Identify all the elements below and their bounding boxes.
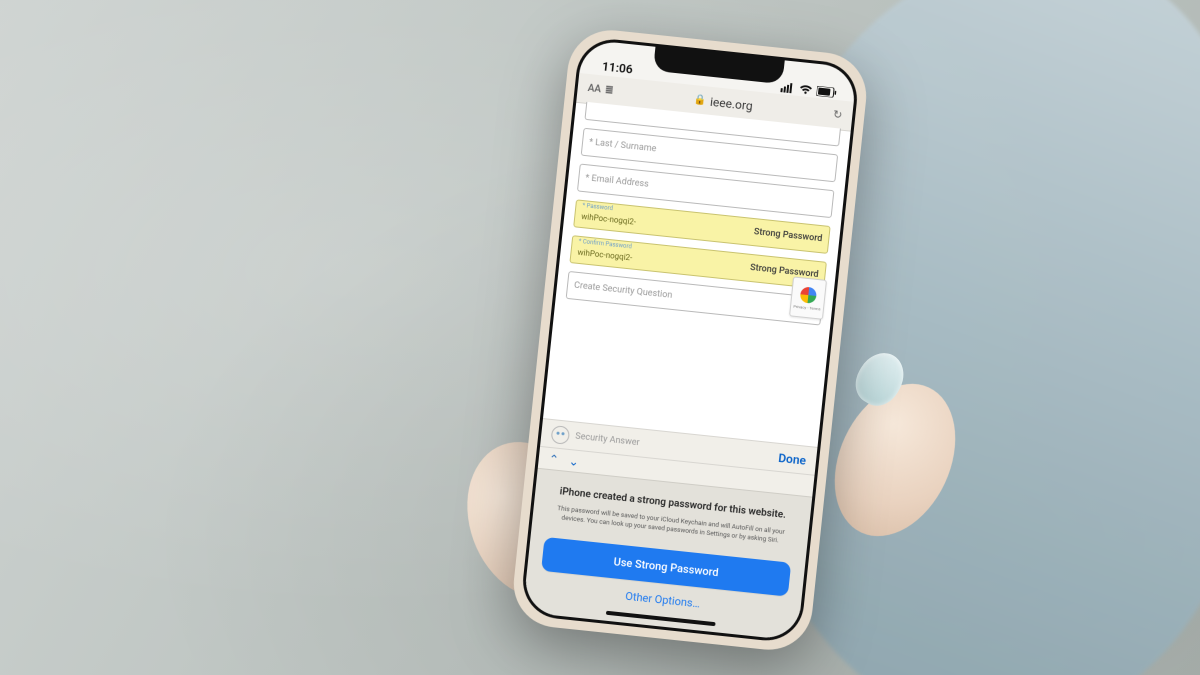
next-field-button[interactable]: ⌄ <box>568 454 579 469</box>
prev-field-button[interactable]: ⌃ <box>548 452 559 467</box>
strong-password-sheet: iPhone created a strong password for thi… <box>523 468 813 641</box>
url-domain: ieee.org <box>709 94 753 112</box>
phone-screen: 11:06 AA ≣ 🔒 <box>523 39 858 641</box>
reader-icon[interactable]: ≣ <box>604 85 613 97</box>
passwords-icon[interactable] <box>550 425 570 445</box>
refresh-icon[interactable]: ↻ <box>832 108 843 122</box>
security-answer-placeholder: Security Answer <box>575 432 640 449</box>
recaptcha-text: Privacy - Terms <box>793 303 821 311</box>
keyboard-done-button[interactable]: Done <box>778 451 807 468</box>
phone: 11:06 AA ≣ 🔒 <box>509 26 870 654</box>
strong-password-badge: Strong Password <box>753 227 822 244</box>
password-label: * Password <box>582 202 613 212</box>
password-value: wihPoc-nogqi2- <box>580 212 636 231</box>
recaptcha-icon <box>800 286 818 304</box>
webpage-content: * Last / Surname * Email Address * Passw… <box>543 103 851 448</box>
photo-scene: 11:06 AA ≣ 🔒 <box>0 0 1200 675</box>
status-time: 11:06 <box>601 59 633 76</box>
text-size-button[interactable]: AA <box>587 83 601 95</box>
signal-icon <box>780 82 795 93</box>
confirm-password-value: wihPoc-nogqi2- <box>577 248 633 267</box>
lock-icon: 🔒 <box>693 94 707 106</box>
security-question-placeholder: Create Security Question <box>574 281 673 301</box>
email-placeholder: * Email Address <box>585 173 649 190</box>
recaptcha-badge[interactable]: Privacy - Terms <box>789 276 827 319</box>
wifi-icon <box>798 84 813 95</box>
last-name-placeholder: * Last / Surname <box>589 137 657 154</box>
battery-icon <box>816 86 837 98</box>
